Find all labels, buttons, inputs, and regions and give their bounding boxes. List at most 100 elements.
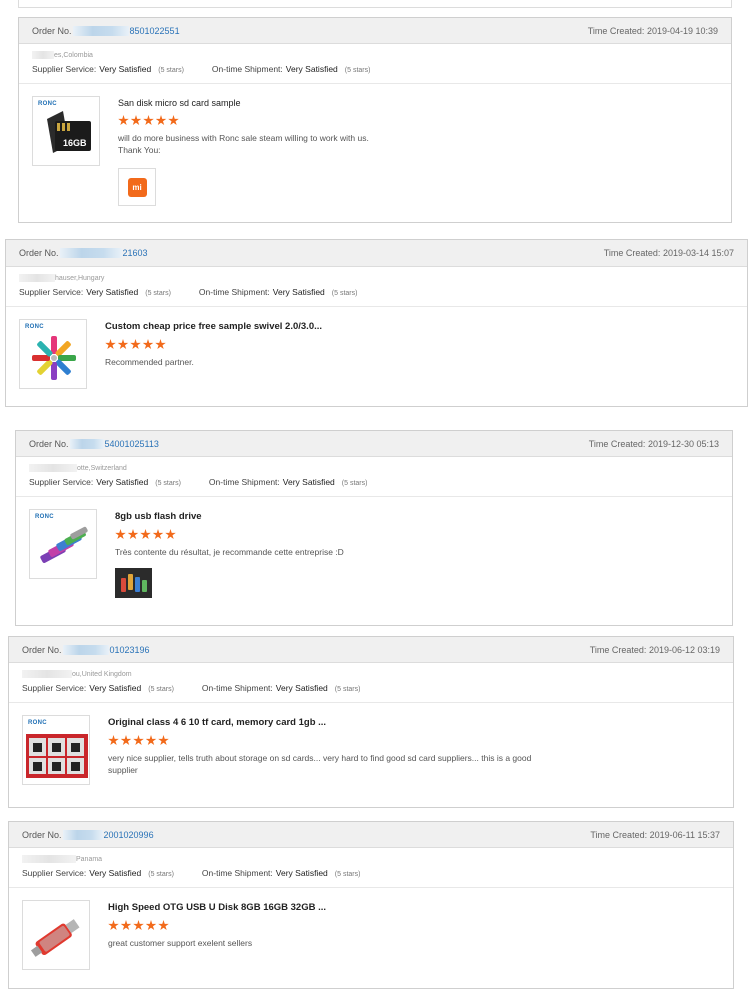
star-icon <box>120 920 132 931</box>
review-header: Order No. 54001025113 Time Created: 2019… <box>16 431 732 457</box>
buyer-name-mask <box>19 274 55 282</box>
supplier-service-stars: (5 stars) <box>158 67 184 74</box>
order-number-link[interactable]: 01023196 <box>110 645 150 655</box>
shipment-label: On-time Shipment: <box>211 64 283 74</box>
service-ratings: Supplier Service: Very Satisfied (5 star… <box>32 64 718 74</box>
rating-stars <box>105 339 734 350</box>
supplier-service-rating: Supplier Service: Very Satisfied (5 star… <box>22 868 174 878</box>
time-label: Time Created: <box>587 25 645 36</box>
review-attachment[interactable]: mi <box>118 168 156 206</box>
rating-stars <box>108 735 720 746</box>
buyer-info: Panama Supplier Service: Very Satisfied … <box>9 848 733 888</box>
order-number-mask <box>72 25 129 36</box>
supplier-service-stars: (5 stars) <box>148 871 174 878</box>
order-number: Order No. 01023196 <box>22 644 150 655</box>
product-thumbnail[interactable]: RONC <box>19 319 87 389</box>
order-number-link[interactable]: 2001020996 <box>104 830 154 840</box>
star-icon <box>130 339 141 350</box>
star-icon <box>143 115 154 126</box>
supplier-service-label: Supplier Service: <box>22 683 87 693</box>
buyer-location: otte,Switzerland <box>29 462 719 474</box>
order-number: Order No. 54001025113 <box>29 438 159 449</box>
buyer-name-mask <box>22 855 76 863</box>
product-name[interactable]: Custom cheap price free sample swivel 2.… <box>105 321 734 332</box>
order-number-link[interactable]: 21603 <box>123 248 148 258</box>
star-icon <box>152 529 164 540</box>
review-card: Order No. 21603 Time Created: 2019-03-14… <box>5 239 748 407</box>
buyer-country: otte,Switzerland <box>77 464 127 472</box>
service-ratings: Supplier Service: Very Satisfied (5 star… <box>22 683 720 693</box>
supplier-service-value: Very Satisfied <box>89 868 142 878</box>
microsd-card-image: 16GB <box>47 111 91 153</box>
star-icon <box>145 920 157 931</box>
product-name[interactable]: San disk micro sd card sample <box>118 98 718 108</box>
buyer-country: hauser,Hungary <box>55 274 105 282</box>
review-comment: will do more business with Ronc sale ste… <box>118 132 558 156</box>
star-icon <box>117 339 129 350</box>
review-body: RONC 8gb usb flash drive Très contente d… <box>16 497 732 598</box>
shipment-stars: (5 stars) <box>344 67 371 74</box>
review-body: RONC 16GB San disk micro sd card sample … <box>19 84 731 206</box>
buyer-name-mask <box>29 464 77 472</box>
supplier-service-label: Supplier Service: <box>29 477 94 487</box>
review-body: RONC Original class 4 6 10 tf card, memo… <box>9 703 733 785</box>
review-comment: very nice supplier, tells truth about st… <box>108 753 532 775</box>
product-name[interactable]: High Speed OTG USB U Disk 8GB 16GB 32GB … <box>108 902 720 913</box>
product-thumbnail[interactable]: RONC 16GB <box>32 96 100 166</box>
time-created: Time Created: 2019-12-30 05:13 <box>589 439 719 449</box>
supplier-service-rating: Supplier Service: Very Satisfied (5 star… <box>29 477 181 487</box>
buyer-location: Panama <box>22 853 720 865</box>
shipment-rating: On-time Shipment: Very Satisfied (5 star… <box>199 287 358 297</box>
star-icon <box>120 735 132 746</box>
time-created: Time Created: 2019-06-11 15:37 <box>590 830 720 840</box>
review-card: Order No. 2001020996 Time Created: 2019-… <box>8 821 734 989</box>
buyer-name-mask <box>32 51 54 59</box>
star-icon <box>155 339 166 350</box>
star-icon <box>142 339 154 350</box>
shipment-label: On-time Shipment: <box>201 683 273 693</box>
product-name[interactable]: Original class 4 6 10 tf card, memory ca… <box>108 717 720 728</box>
rating-stars <box>118 115 718 126</box>
buyer-info: ou,United Kingdom Supplier Service: Very… <box>9 663 733 703</box>
buyer-info: es,Colombia Supplier Service: Very Satis… <box>19 44 731 84</box>
buyer-info: hauser,Hungary Supplier Service: Very Sa… <box>6 267 747 307</box>
order-label: Order No. <box>22 829 62 840</box>
order-number-link[interactable]: 54001025113 <box>105 439 159 449</box>
product-thumbnail[interactable] <box>22 900 90 970</box>
shipment-value: Very Satisfied <box>285 64 338 74</box>
shipment-rating: On-time Shipment: Very Satisfied (5 star… <box>209 477 368 487</box>
time-created: Time Created: 2019-06-12 03:19 <box>590 645 720 655</box>
review-photo[interactable] <box>115 568 152 598</box>
star-icon <box>115 529 126 540</box>
supplier-service-value: Very Satisfied <box>99 64 152 74</box>
order-number: Order No. 2001020996 <box>22 829 154 840</box>
product-thumbnail[interactable]: RONC <box>29 509 97 579</box>
review-header: Order No. 2001020996 Time Created: 2019-… <box>9 822 733 848</box>
star-icon <box>158 920 169 931</box>
star-icon <box>127 529 139 540</box>
brand-logo: RONC <box>25 324 44 330</box>
review-body: RONC Custom cheap price free sample swiv… <box>6 307 747 389</box>
star-icon <box>145 735 157 746</box>
product-name[interactable]: 8gb usb flash drive <box>115 511 719 522</box>
star-icon <box>158 735 169 746</box>
time-created: Time Created: 2019-04-19 10:39 <box>588 26 718 36</box>
buyer-country: es,Colombia <box>54 51 93 59</box>
previous-review-card-fragment <box>18 0 732 8</box>
order-label: Order No. <box>32 25 72 36</box>
buyer-location: hauser,Hungary <box>19 272 734 284</box>
buyer-country: ou,United Kingdom <box>72 670 132 678</box>
supplier-service-value: Very Satisfied <box>86 287 139 297</box>
shipment-value: Very Satisfied <box>275 868 328 878</box>
order-label: Order No. <box>19 248 59 258</box>
product-thumbnail[interactable]: RONC <box>22 715 90 785</box>
time-value: 2019-06-11 15:37 <box>649 829 720 840</box>
order-number-link[interactable]: 8501022551 <box>130 26 180 36</box>
rating-stars <box>115 529 719 540</box>
mi-logo-icon: mi <box>127 177 147 197</box>
time-value: 2019-03-14 15:07 <box>662 248 734 258</box>
supplier-service-label: Supplier Service: <box>22 868 87 878</box>
order-label: Order No. <box>29 438 69 449</box>
star-icon <box>130 115 142 126</box>
review-header: Order No. 21603 Time Created: 2019-03-14… <box>6 240 747 267</box>
